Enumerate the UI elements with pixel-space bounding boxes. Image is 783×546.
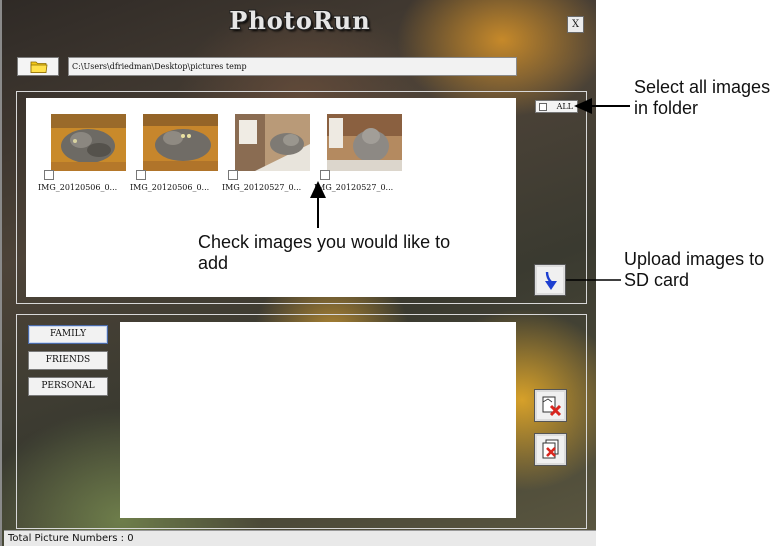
annotation-upload: Upload images to SD card xyxy=(624,249,765,290)
annotation-select-all: Select all images in folder xyxy=(634,77,771,118)
check-images-arrowhead xyxy=(310,181,326,198)
annotation-check-images: Check images you would like to add xyxy=(198,232,451,273)
select-all-arrowhead xyxy=(574,98,592,114)
